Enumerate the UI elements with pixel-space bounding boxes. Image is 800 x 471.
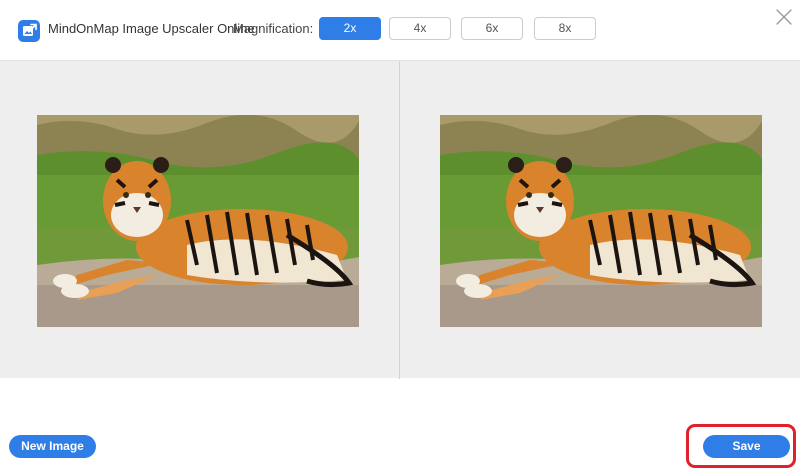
image-upscale-icon [18,20,40,42]
app-title: MindOnMap Image Upscaler Online [48,21,255,36]
magnification-6x-button[interactable]: 6x [461,17,523,40]
magnification-4x-button[interactable]: 4x [389,17,451,40]
tiger-photo-original [37,115,359,327]
save-button[interactable]: Save [703,435,790,458]
new-image-button[interactable]: New Image [9,435,96,458]
close-icon[interactable] [774,7,794,27]
original-image-preview [37,115,359,327]
header-bar: MindOnMap Image Upscaler Online Magnific… [0,0,800,60]
magnification-8x-button[interactable]: 8x [534,17,596,40]
comparison-divider [399,61,400,379]
magnification-2x-button[interactable]: 2x [319,17,381,40]
upscaled-image-preview [440,115,762,327]
magnification-label: Magnification: [233,21,314,36]
tiger-photo-upscaled [440,115,762,327]
comparison-panel [0,60,800,379]
